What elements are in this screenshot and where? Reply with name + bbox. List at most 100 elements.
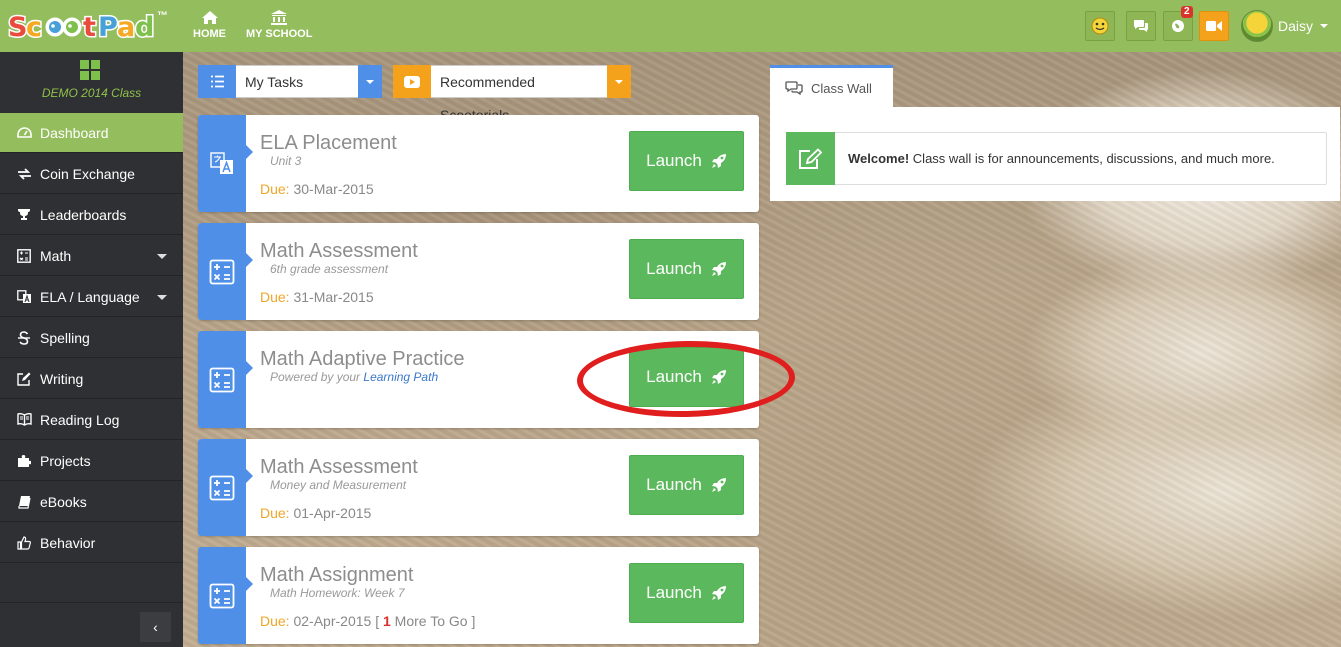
- task-type-strip: [198, 547, 253, 644]
- sidebar-item-reading-log[interactable]: Reading Log: [0, 400, 183, 440]
- submenu-caret-icon: [157, 254, 167, 259]
- sidebar-item-math[interactable]: Math: [0, 236, 183, 276]
- chevron-down-icon: [358, 65, 382, 98]
- task-type-strip: [198, 223, 253, 320]
- video-button[interactable]: [1199, 11, 1229, 41]
- user-name[interactable]: Daisy: [1278, 18, 1313, 34]
- sidebar-item-ela-language[interactable]: ELA / Language: [0, 277, 183, 317]
- task-subtitle: Powered by your Learning Path: [270, 370, 438, 384]
- myschool-nav-button[interactable]: MY SCHOOL: [246, 10, 312, 40]
- learning-path-link[interactable]: Learning Path: [363, 370, 438, 384]
- task-subtitle: Money and Measurement: [270, 478, 407, 492]
- logo-trademark: ™: [157, 10, 168, 22]
- task-subtitle: Unit 3: [270, 154, 302, 168]
- logo-graphic: S c t P a d: [7, 11, 156, 45]
- launch-label: Launch: [646, 151, 702, 170]
- top-navbar: S c t P a d ™ HOME MY SCHOOL 2 Daisy: [0, 0, 1341, 52]
- launch-button[interactable]: Launch: [629, 131, 744, 191]
- due-date: 01-Apr-2015: [293, 505, 372, 521]
- task-title: Math Adaptive Practice: [260, 348, 465, 370]
- calculator-icon: [16, 248, 32, 263]
- sidebar-item-label: Coin Exchange: [40, 165, 135, 182]
- rocket-icon: [711, 477, 727, 493]
- due-label: Due:: [260, 181, 290, 197]
- calculator-icon: [209, 367, 235, 392]
- dashboard-icon: [16, 126, 32, 139]
- sidebar-collapse-button[interactable]: ‹: [140, 612, 171, 642]
- due-date: 02-Apr-2015: [293, 613, 372, 629]
- due-label: Due:: [260, 289, 290, 305]
- sidebar-item-label: Math: [40, 247, 72, 264]
- home-icon: [201, 11, 218, 24]
- sidebar-item-ebooks[interactable]: eBooks: [0, 482, 183, 522]
- translate-icon: [16, 289, 32, 304]
- more-open-bracket: [: [375, 613, 380, 629]
- sidebar-item-label: Reading Log: [40, 411, 120, 428]
- launch-button[interactable]: Launch: [629, 563, 744, 623]
- my-tasks-dropdown[interactable]: My Tasks: [198, 65, 382, 98]
- home-nav-label: HOME: [193, 28, 226, 40]
- due-date: 31-Mar-2015: [293, 289, 374, 305]
- sidebar-item-label: Projects: [40, 452, 91, 469]
- sidebar-item-leaderboards[interactable]: Leaderboards: [0, 195, 183, 235]
- sidebar-item-projects[interactable]: Projects: [0, 441, 183, 481]
- sidebar-item-spelling[interactable]: Spelling: [0, 318, 183, 358]
- task-subtitle: Math Homework: Week 7: [270, 586, 405, 600]
- thumbs-up-icon: [16, 535, 32, 550]
- launch-label: Launch: [646, 583, 702, 602]
- task-card: Math Assessment Money and Measurement Du…: [198, 439, 759, 536]
- launch-label: Launch: [646, 259, 702, 278]
- globe-icon: [1172, 20, 1184, 32]
- sidebar-item-label: ELA / Language: [40, 288, 140, 305]
- launch-button[interactable]: Launch: [629, 239, 744, 299]
- sidebar-item-label: Dashboard: [40, 124, 109, 141]
- chat-bubbles-icon: [1134, 20, 1148, 32]
- welcome-body: Class wall is for announcements, discuss…: [912, 151, 1275, 166]
- book-open-icon: [16, 413, 32, 426]
- sidebar-item-label: Leaderboards: [40, 206, 127, 223]
- sidebar-item-behavior[interactable]: Behavior: [0, 523, 183, 563]
- scootorials-label: Recommended Scootorials: [431, 65, 607, 123]
- due-date: 30-Mar-2015: [293, 181, 374, 197]
- user-menu-caret-icon[interactable]: [1320, 24, 1328, 28]
- sidebar-item-label: eBooks: [40, 493, 87, 510]
- video-camera-icon: [1206, 21, 1222, 31]
- task-due: Due: 31-Mar-2015: [260, 289, 374, 305]
- class-selector[interactable]: DEMO 2014 Class: [0, 52, 183, 113]
- home-nav-button[interactable]: HOME: [193, 10, 226, 40]
- edit-icon: [16, 372, 32, 386]
- chevron-down-icon: [607, 65, 631, 98]
- sidebar-divider: [0, 602, 183, 603]
- sidebar-item-coin-exchange[interactable]: Coin Exchange: [0, 154, 183, 194]
- my-tasks-label: My Tasks: [236, 65, 358, 98]
- exchange-icon: [16, 167, 32, 180]
- class-wall-panel: Class Wall Welcome! Class wall is for an…: [770, 65, 1340, 201]
- scootorials-dropdown[interactable]: Recommended Scootorials: [393, 65, 631, 123]
- more-count: 1: [382, 613, 391, 629]
- rocket-icon: [711, 585, 727, 601]
- more-text: More To Go: [394, 613, 468, 629]
- messages-button[interactable]: [1126, 11, 1156, 41]
- class-name: DEMO 2014 Class: [41, 86, 142, 100]
- sidebar-item-dashboard[interactable]: Dashboard: [0, 113, 183, 153]
- task-type-strip: [198, 331, 253, 428]
- welcome-bold: Welcome!: [848, 151, 910, 166]
- sidebar-item-writing[interactable]: Writing: [0, 359, 183, 399]
- school-icon: [271, 10, 288, 25]
- trophy-icon: [16, 208, 32, 221]
- svg-text:c: c: [26, 12, 42, 43]
- launch-button[interactable]: Launch: [629, 455, 744, 515]
- scootpad-logo[interactable]: S c t P a d ™: [6, 8, 169, 45]
- rocket-icon: [711, 261, 727, 277]
- launch-label: Launch: [646, 475, 702, 494]
- task-due: Due: 02-Apr-2015 [ 1 More To Go ]: [260, 613, 475, 629]
- due-label: Due:: [260, 505, 290, 521]
- youtube-play-icon: [393, 65, 431, 98]
- task-due: Due: 30-Mar-2015: [260, 181, 374, 197]
- more-close-bracket: ]: [471, 613, 476, 629]
- tab-class-wall[interactable]: Class Wall: [770, 65, 893, 108]
- emoji-button[interactable]: [1085, 11, 1115, 41]
- user-avatar[interactable]: [1241, 10, 1273, 42]
- class-wall-tab-label: Class Wall: [811, 80, 872, 96]
- svg-text:P: P: [98, 12, 118, 43]
